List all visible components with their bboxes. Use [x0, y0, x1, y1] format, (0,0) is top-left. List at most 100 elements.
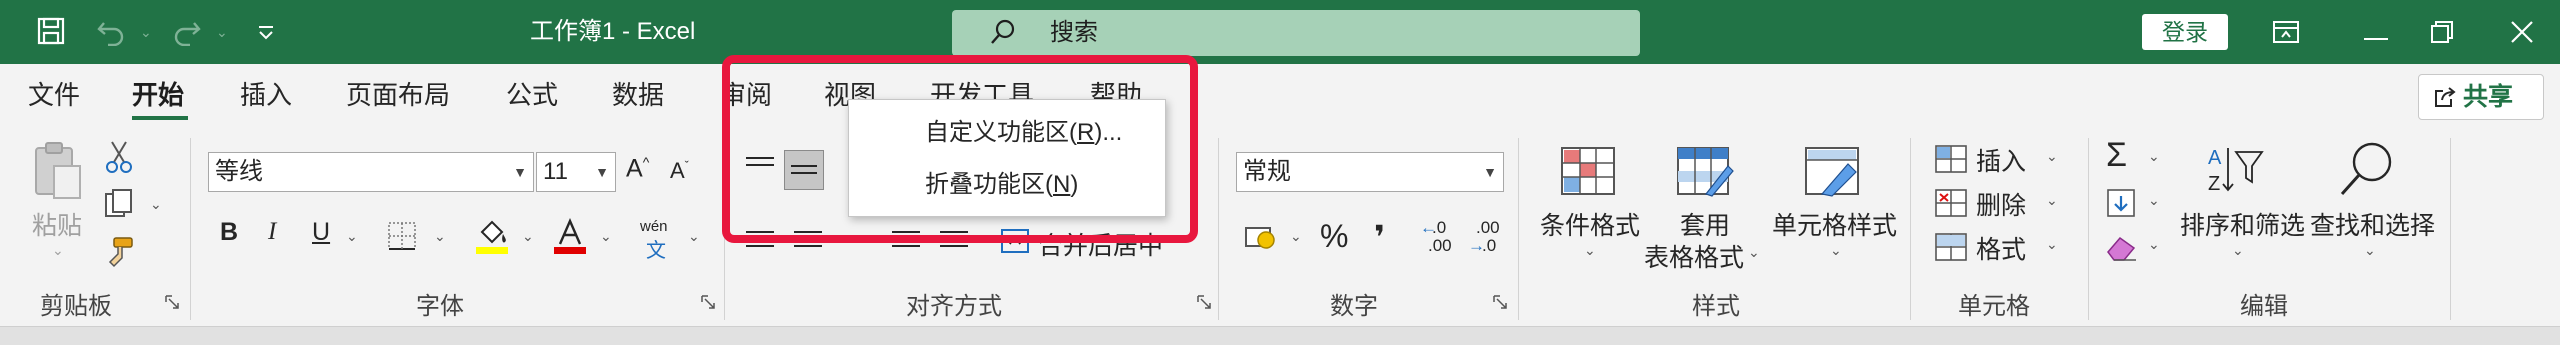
borders-dropdown-icon[interactable]: ⌄	[434, 228, 446, 245]
borders-icon[interactable]	[386, 220, 418, 252]
paste-label[interactable]: 粘贴	[32, 206, 82, 242]
conditional-formatting-icon[interactable]	[1560, 146, 1616, 196]
paste-dropdown-icon[interactable]: ⌄	[52, 242, 64, 259]
annotation-highlight-box	[722, 55, 1198, 243]
minimize-icon[interactable]	[2346, 0, 2406, 64]
ribbon-tabs: 文件 开始 插入 页面布局 公式 数据 审阅 视图 开发工具 帮助 共享	[0, 64, 2560, 130]
font-group-label: 字体	[416, 293, 464, 320]
svg-text:A: A	[2208, 147, 2222, 169]
clear-dropdown-icon[interactable]: ⌄	[2148, 236, 2160, 253]
number-launcher-icon[interactable]	[1492, 294, 1508, 310]
increase-font-size-icon[interactable]: A^	[626, 154, 649, 183]
decrease-decimal-top: .00	[1476, 218, 1500, 237]
phonetic-button[interactable]: wén	[640, 218, 668, 235]
format-as-table-icon[interactable]	[1676, 146, 1734, 198]
font-launcher-icon[interactable]	[700, 294, 716, 310]
number-group-label: 数字	[1330, 293, 1378, 320]
redo-dropdown-icon[interactable]: ⌄	[216, 24, 228, 41]
fill-dropdown-icon[interactable]: ⌄	[2148, 192, 2160, 209]
format-painter-icon[interactable]	[104, 236, 136, 268]
font-size-select[interactable]: 11 ▼	[536, 152, 616, 192]
customize-quick-access-icon[interactable]	[256, 24, 276, 40]
insert-cells-dropdown-icon[interactable]: ⌄	[2046, 148, 2058, 165]
group-separator	[2088, 138, 2089, 320]
insert-cells-icon[interactable]	[1934, 144, 1968, 174]
font-color-dropdown-icon[interactable]: ⌄	[600, 228, 612, 245]
phonetic-dropdown-icon[interactable]: ⌄	[688, 228, 700, 245]
fill-color-icon[interactable]	[474, 218, 510, 256]
comma-style-button[interactable]: ❜	[1374, 218, 1385, 256]
cells-group-label: 单元格	[1958, 293, 2030, 320]
undo-dropdown-icon[interactable]: ⌄	[140, 24, 152, 41]
delete-cells-dropdown-icon[interactable]: ⌄	[2046, 192, 2058, 209]
ribbon: 粘贴 ⌄ ⌄ 剪贴板 等线 ▼ 11 ▼ A^ Aˇ B I U ⌄ ⌄ ⌄ ⌄…	[0, 130, 2560, 326]
arrow-right-icon: →	[1468, 236, 1485, 255]
close-icon[interactable]	[2492, 0, 2552, 64]
autosum-dropdown-icon[interactable]: ⌄	[2148, 148, 2160, 165]
delete-cells-label[interactable]: 删除	[1976, 186, 2026, 222]
format-cells-dropdown-icon[interactable]: ⌄	[2046, 236, 2058, 253]
undo-icon[interactable]	[96, 18, 126, 46]
fill-color-dropdown-icon[interactable]: ⌄	[522, 228, 534, 245]
clipboard-group-label: 剪贴板	[40, 293, 112, 320]
login-button[interactable]: 登录	[2142, 14, 2228, 50]
font-name-select[interactable]: 等线 ▼	[208, 152, 534, 192]
group-separator	[190, 138, 191, 320]
search-placeholder: 搜索	[1050, 19, 1098, 46]
clipboard-launcher-icon[interactable]	[164, 294, 180, 310]
alignment-launcher-icon[interactable]	[1196, 294, 1212, 310]
tab-file[interactable]: 文件	[28, 78, 80, 112]
conditional-formatting-dropdown-icon[interactable]: ⌄	[1584, 242, 1596, 259]
cell-styles-icon[interactable]	[1804, 146, 1862, 198]
accounting-format-icon[interactable]	[1244, 220, 1280, 252]
search-box[interactable]: 搜索	[952, 10, 1640, 56]
arrow-left-icon: ←	[1420, 218, 1437, 237]
autosum-icon[interactable]: Σ	[2106, 136, 2127, 175]
delete-cells-icon[interactable]	[1934, 188, 1968, 218]
tab-insert[interactable]: 插入	[240, 78, 292, 112]
tab-home[interactable]: 开始	[132, 78, 184, 112]
cell-styles-dropdown-icon[interactable]: ⌄	[1830, 242, 1842, 259]
decrease-font-size-icon[interactable]: Aˇ	[670, 158, 689, 184]
group-separator	[1518, 138, 1519, 320]
save-icon[interactable]	[36, 16, 66, 46]
share-button[interactable]: 共享	[2418, 74, 2544, 120]
ribbon-display-icon[interactable]	[2256, 0, 2316, 64]
decrease-decimal-button[interactable]: .00 .0 →	[1468, 218, 1506, 258]
underline-dropdown-icon[interactable]: ⌄	[346, 228, 358, 245]
tab-data[interactable]: 数据	[612, 78, 664, 112]
format-as-table-label-1[interactable]: 套用	[1680, 206, 1730, 242]
increase-decimal-button[interactable]: .0 .00 ←	[1420, 218, 1458, 258]
tab-page-layout[interactable]: 页面布局	[346, 78, 450, 112]
number-format-select[interactable]: 常规 ▼	[1236, 152, 1504, 192]
sort-filter-dropdown-icon[interactable]: ⌄	[2232, 242, 2244, 259]
find-select-label[interactable]: 查找和选择	[2310, 206, 2435, 242]
find-select-icon[interactable]	[2338, 140, 2396, 198]
conditional-formatting-label[interactable]: 条件格式	[1540, 206, 1640, 242]
bold-button[interactable]: B	[220, 218, 238, 247]
font-color-icon[interactable]	[552, 218, 588, 256]
sort-filter-icon[interactable]: A Z	[2206, 142, 2264, 196]
insert-cells-label[interactable]: 插入	[1976, 142, 2026, 178]
clear-icon[interactable]	[2104, 234, 2138, 262]
paste-icon[interactable]	[32, 140, 84, 202]
format-as-table-dropdown-icon[interactable]: ⌄	[1748, 244, 1760, 261]
copy-icon[interactable]	[104, 188, 134, 220]
tab-formulas[interactable]: 公式	[506, 78, 558, 112]
sort-filter-label[interactable]: 排序和筛选	[2180, 206, 2305, 242]
italic-button[interactable]: I	[268, 218, 276, 246]
cell-styles-label[interactable]: 单元格样式	[1772, 206, 1897, 242]
find-select-dropdown-icon[interactable]: ⌄	[2364, 242, 2376, 259]
underline-button[interactable]: U	[312, 218, 330, 247]
fill-icon[interactable]	[2106, 188, 2136, 218]
format-as-table-label-2[interactable]: 表格格式	[1644, 238, 1744, 274]
format-cells-icon[interactable]	[1934, 232, 1968, 262]
phonetic-label[interactable]: 文	[646, 234, 666, 263]
copy-dropdown-icon[interactable]: ⌄	[150, 196, 162, 213]
restore-icon[interactable]	[2412, 0, 2472, 64]
cut-icon[interactable]	[104, 140, 134, 174]
format-cells-label[interactable]: 格式	[1976, 230, 2026, 266]
redo-icon[interactable]	[172, 18, 202, 46]
accounting-dropdown-icon[interactable]: ⌄	[1290, 228, 1302, 245]
percent-button[interactable]: %	[1320, 218, 1348, 255]
